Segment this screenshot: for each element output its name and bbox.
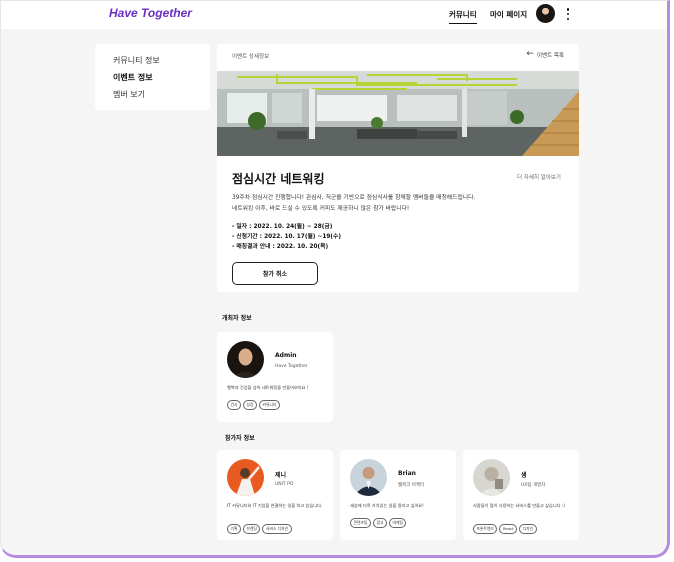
participant-role: UNIT PO xyxy=(275,482,294,487)
participant-tags: 콘텐츠팀 광고 마케팅 xyxy=(350,518,407,528)
participant-card[interactable]: Brian 웹퍼크 마케터 세상에 더욱 가치있는 일을 알리고 싶어요! 콘텐… xyxy=(340,450,456,540)
tag[interactable]: 마케팅 xyxy=(388,518,407,528)
host-avatar xyxy=(227,341,264,378)
tag[interactable]: 서비스 디자인 xyxy=(262,524,292,534)
sidebar-item-members[interactable]: 멤버 보기 xyxy=(113,89,145,100)
top-header: Have Together 커뮤니티 마이 페이지 xyxy=(1,1,667,29)
tag[interactable]: 기획 xyxy=(227,524,241,534)
event-photo xyxy=(217,71,579,156)
host-bio: 행복과 건강을 성어 네트워킹을 만들어보아요 ! xyxy=(227,385,309,390)
participant-avatar xyxy=(350,459,387,496)
sidebar-item-event-info[interactable]: 이벤트 정보 xyxy=(113,72,153,83)
participant-tags: 기획 브랜딩 서비스 디자인 xyxy=(227,524,292,534)
back-label: 이벤트 목록 xyxy=(536,52,564,59)
participant-tags: 프론트엔드 React 디자인 xyxy=(473,524,537,534)
participant-role: UX팀 개발자 xyxy=(521,483,546,488)
tag[interactable]: 광고 xyxy=(372,518,387,528)
participant-name: Brian xyxy=(398,470,416,477)
host-card[interactable]: Admin Have Together 행복과 건강을 성어 네트워킹을 만들어… xyxy=(217,332,333,422)
nav-mypage[interactable]: 마이 페이지 xyxy=(490,9,527,20)
participant-bio: 사람들이 많이 사용하는 서비스를 만들고 싶습니다 :) xyxy=(473,503,565,508)
participant-name: 샘 xyxy=(521,472,527,479)
tag[interactable]: 콘텐츠팀 xyxy=(350,518,371,528)
nav-community[interactable]: 커뮤니티 xyxy=(449,9,477,24)
sidebar-item-community-info[interactable]: 커뮤니티 정보 xyxy=(113,55,160,66)
event-description: 39주차 점심시간 진행합니다! 관심사, 직군을 기반으로 점심식사를 함께할… xyxy=(232,193,552,215)
tag[interactable]: 브랜딩 xyxy=(243,524,261,534)
learn-more-link[interactable]: 더 자세히 알아보기 xyxy=(517,173,561,181)
participant-card[interactable]: 제니 UNIT PO IT 커뮤니티와 IT 기업을 연결하는 일을 하고 있습… xyxy=(217,450,333,540)
tag[interactable]: 건시 xyxy=(227,400,241,410)
logo[interactable]: Have Together xyxy=(109,6,192,20)
event-schedule: - 일자 : 2022. 10. 24(월) ~ 28(금) - 신청기간 : … xyxy=(232,222,341,252)
schedule-date: - 일자 : 2022. 10. 24(월) ~ 28(금) xyxy=(232,224,333,230)
sidebar: 커뮤니티 정보 이벤트 정보 멤버 보기 xyxy=(95,44,210,110)
participant-avatar xyxy=(227,459,264,496)
host-section-title: 개최자 정보 xyxy=(222,315,252,322)
participant-bio: 세상에 더욱 가치있는 일을 알리고 싶어요! xyxy=(350,503,424,508)
arrow-left-icon: ← xyxy=(526,49,534,59)
host-tags: 건시 성장 커뮤니티 xyxy=(227,400,280,410)
tag[interactable]: 디자인 xyxy=(519,524,537,534)
tag[interactable]: 커뮤니티 xyxy=(259,400,280,410)
participant-role: 웹퍼크 마케터 xyxy=(398,483,425,488)
schedule-result: - 매칭결과 안내 : 2022. 10. 20(목) xyxy=(232,244,329,250)
participant-avatar xyxy=(473,459,510,496)
host-name: Admin xyxy=(275,352,297,359)
event-title: 점심시간 네트워킹 xyxy=(232,172,325,186)
event-detail-card: 이벤트 상세정보 ← 이벤트 목록 점심시간 네트워킹 더 자세히 알아보기 3… xyxy=(217,44,579,292)
host-role: Have Together xyxy=(275,364,308,369)
cancel-participation-button[interactable]: 참가 취소 xyxy=(232,262,318,285)
back-to-list-link[interactable]: ← 이벤트 목록 xyxy=(526,50,564,59)
participant-bio: IT 커뮤니티와 IT 기업을 연결하는 일을 하고 있습니다. xyxy=(227,503,323,508)
user-avatar[interactable] xyxy=(536,4,555,23)
breadcrumb: 이벤트 상세정보 xyxy=(232,54,270,60)
tag[interactable]: React xyxy=(499,524,518,534)
tag[interactable]: 성장 xyxy=(243,400,257,410)
more-menu-icon[interactable] xyxy=(565,6,571,22)
schedule-apply-period: - 신청기간 : 2022. 10. 17(월) ~19(수) xyxy=(232,234,342,240)
participant-card[interactable]: 샘 UX팀 개발자 사람들이 많이 사용하는 서비스를 만들고 싶습니다 :) … xyxy=(463,450,579,540)
description-line: 39주차 점심시간 진행합니다! 관심사, 직군을 기반으로 점심식사를 함께할… xyxy=(232,195,476,201)
participant-name: 제니 xyxy=(275,472,287,479)
tag[interactable]: 프론트엔드 xyxy=(473,524,498,534)
app-frame: Have Together 커뮤니티 마이 페이지 커뮤니티 정보 이벤트 정보… xyxy=(0,0,670,558)
participants-section-title: 참가자 정보 xyxy=(225,435,255,442)
description-line: 네트워킹 이후, 바로 드실 수 있도록 커피도 제공하니 많은 참가 바랍니다… xyxy=(232,206,410,212)
